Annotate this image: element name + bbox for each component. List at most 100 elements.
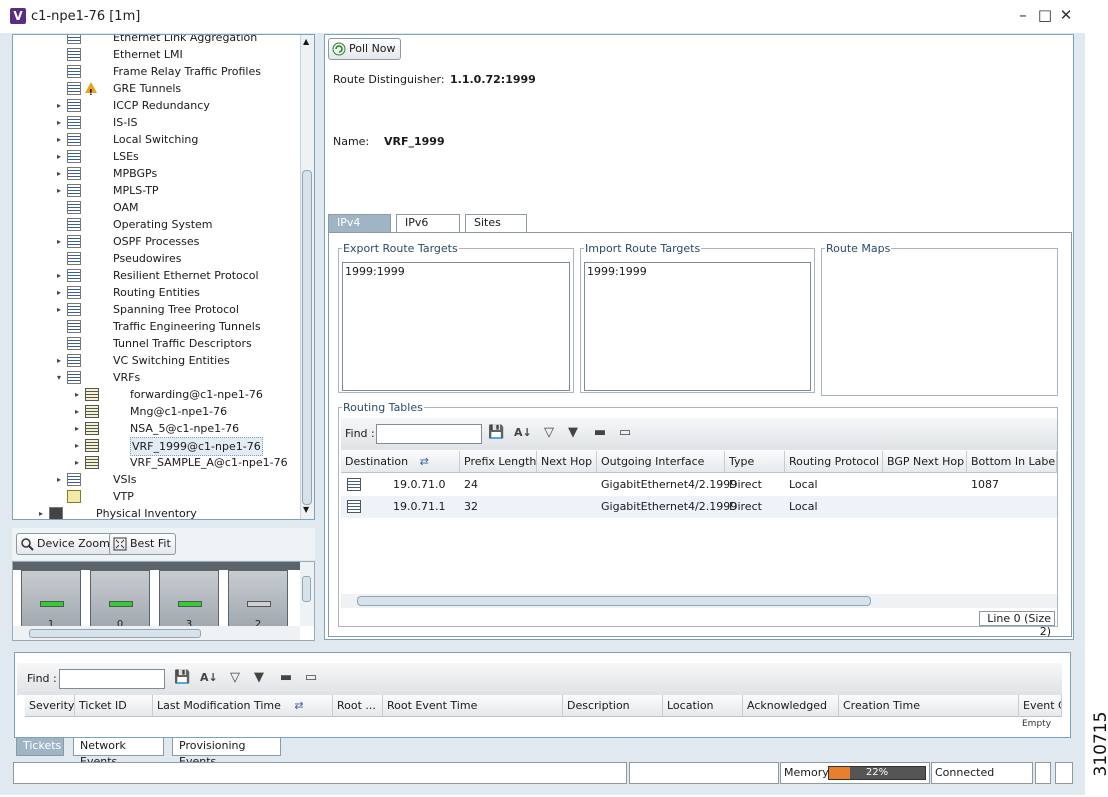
tree-item[interactable]: ▸ Physical Inventory xyxy=(13,505,301,519)
col-bottom-in-label[interactable]: Bottom In Label xyxy=(967,451,1057,473)
expand-right-icon[interactable]: ▸ xyxy=(57,165,65,182)
tree-item[interactable]: Ethernet LMI xyxy=(13,46,301,63)
tree-item[interactable]: OAM xyxy=(13,199,301,216)
tree-item[interactable]: ▸ ICCP Redundancy xyxy=(13,97,301,114)
col-last-modification-time[interactable]: Last Modification Time ⇄ xyxy=(153,695,333,717)
expand-right-icon[interactable]: ▸ xyxy=(57,267,65,284)
device-chassis-view[interactable]: 1032 xyxy=(12,561,315,641)
inventory-tree[interactable]: Ethernet Link Aggregation Ethernet LMI Fra… xyxy=(12,34,315,520)
col-bgp-next-hop[interactable]: BGP Next Hop xyxy=(883,451,967,473)
sort-icon[interactable]: A↓ xyxy=(200,670,218,686)
export-item[interactable]: 1999:1999 xyxy=(345,265,567,278)
tree-scroll-thumb[interactable] xyxy=(302,170,312,505)
expand-right-icon[interactable]: ▸ xyxy=(57,148,65,165)
advanced-filter-icon[interactable]: ▼ xyxy=(251,670,267,686)
tree-item[interactable]: Tunnel Traffic Descriptors xyxy=(13,335,301,352)
tree-item[interactable]: Operating System xyxy=(13,216,301,233)
chassis-slot[interactable]: 0 xyxy=(90,570,150,632)
col-type[interactable]: Type xyxy=(725,451,785,473)
col-outgoing-interface[interactable]: Outgoing Interface xyxy=(597,451,725,473)
table-row[interactable]: 19.0.71.1 32 GigabitEthernet4/2.1999 Direct… xyxy=(341,496,1057,518)
tree-item[interactable]: ▾ VRFs xyxy=(13,369,301,386)
expand-right-icon[interactable]: ▸ xyxy=(57,97,65,114)
scroll-down-icon[interactable]: ▼ xyxy=(303,505,309,514)
save-icon[interactable]: 💾 xyxy=(174,670,190,686)
tree-item[interactable]: Ethernet Link Aggregation xyxy=(13,35,301,46)
tree-item[interactable]: ▸ OSPF Processes xyxy=(13,233,301,250)
expand-right-icon[interactable]: ▸ xyxy=(57,131,65,148)
col-destination[interactable]: Destination ⇄ xyxy=(341,451,460,473)
tab-tickets[interactable]: Tickets xyxy=(16,738,64,756)
expand-right-icon[interactable]: ▸ xyxy=(57,471,65,488)
tree-item[interactable]: Pseudowires xyxy=(13,250,301,267)
device-hscroll-thumb[interactable] xyxy=(29,629,201,638)
tab-sites[interactable]: Sites xyxy=(465,214,527,232)
col-root-event-time[interactable]: Root Event Time xyxy=(383,695,563,717)
sort-toggle-icon[interactable]: ⇄ xyxy=(420,455,429,468)
export-icon[interactable]: ▬ xyxy=(592,425,608,441)
print-icon[interactable]: ▭ xyxy=(617,425,633,441)
routing-hscroll-thumb[interactable] xyxy=(357,596,871,606)
col-next-hop[interactable]: Next Hop xyxy=(537,451,597,473)
sort-icon[interactable]: A↓ xyxy=(514,425,532,441)
routing-find-input[interactable] xyxy=(376,424,482,444)
minimize-icon[interactable]: – xyxy=(1014,6,1032,24)
device-vertical-scrollbar[interactable] xyxy=(300,562,314,626)
tree-item[interactable]: ▸ MPLS-TP xyxy=(13,182,301,199)
tree-item[interactable]: ▸ VC Switching Entities xyxy=(13,352,301,369)
expand-right-icon[interactable]: ▸ xyxy=(57,352,65,369)
tree-item[interactable]: VTP xyxy=(13,488,301,505)
print-icon[interactable]: ▭ xyxy=(303,670,319,686)
table-row[interactable]: 19.0.71.0 24 GigabitEthernet4/2.1999 Direct… xyxy=(341,474,1057,496)
close-icon[interactable]: ✕ xyxy=(1057,6,1075,24)
col-severity[interactable]: Severity xyxy=(25,695,75,717)
tab-provisioning-events[interactable]: Provisioning Events xyxy=(172,738,281,768)
expand-down-icon[interactable]: ▾ xyxy=(57,369,65,386)
sort-toggle-icon[interactable]: ⇄ xyxy=(294,699,303,712)
tree-item[interactable]: ▸ IS-IS xyxy=(13,114,301,131)
best-fit-button[interactable]: Best Fit xyxy=(109,533,176,555)
tab-ipv6[interactable]: IPv6 xyxy=(396,214,460,232)
chassis-slot[interactable]: 3 xyxy=(159,570,219,632)
device-zoom-button[interactable]: Device Zoom xyxy=(16,533,115,555)
col-creation-time[interactable]: Creation Time xyxy=(839,695,1019,717)
col-ticket-id[interactable]: Ticket ID xyxy=(75,695,153,717)
scroll-up-icon[interactable]: ▲ xyxy=(303,37,309,46)
expand-right-icon[interactable]: ▸ xyxy=(57,301,65,318)
device-scroll-thumb[interactable] xyxy=(302,576,311,602)
tree-item[interactable]: ▸ Local Switching xyxy=(13,131,301,148)
maximize-icon[interactable]: □ xyxy=(1036,6,1054,24)
tree-item[interactable]: ! GRE Tunnels xyxy=(13,80,301,97)
col-location[interactable]: Location xyxy=(663,695,743,717)
tree-item[interactable]: ▸ NSA_5@c1-npe1-76 xyxy=(13,420,301,437)
expand-right-icon[interactable]: ▸ xyxy=(57,233,65,250)
expand-right-icon[interactable]: ▸ xyxy=(57,114,65,131)
tree-item[interactable]: ▸ MPBGPs xyxy=(13,165,301,182)
advanced-filter-icon[interactable]: ▼ xyxy=(565,425,581,441)
expand-right-icon[interactable]: ▸ xyxy=(75,403,83,420)
tree-item[interactable]: Frame Relay Traffic Profiles xyxy=(13,63,301,80)
tree-item[interactable]: ▸ Routing Entities xyxy=(13,284,301,301)
tree-item[interactable]: ▸ Mng@c1-npe1-76 xyxy=(13,403,301,420)
filter-icon[interactable]: ▽ xyxy=(227,670,243,686)
export-icon[interactable]: ▬ xyxy=(278,670,294,686)
poll-now-button[interactable]: Poll Now xyxy=(328,38,401,60)
expand-right-icon[interactable]: ▸ xyxy=(75,386,83,403)
tree-item[interactable]: ▸ Resilient Ethernet Protocol xyxy=(13,267,301,284)
export-list[interactable]: 1999:1999 xyxy=(342,262,570,391)
chassis-slot[interactable]: 1 xyxy=(21,570,81,632)
import-list[interactable]: 1999:1999 xyxy=(584,262,811,391)
tree-item[interactable]: ▸ forwarding@c1-npe1-76 xyxy=(13,386,301,403)
expand-right-icon[interactable]: ▸ xyxy=(75,437,83,454)
tree-item[interactable]: ▸ VSIs xyxy=(13,471,301,488)
save-icon[interactable]: 💾 xyxy=(488,425,504,441)
filter-icon[interactable]: ▽ xyxy=(541,425,557,441)
tree-item[interactable]: ▸ VRF_1999@c1-npe1-76 xyxy=(13,437,301,456)
col-acknowledged[interactable]: Acknowledged xyxy=(743,695,839,717)
tree-item[interactable]: ▸ VRF_SAMPLE_A@c1-npe1-76 xyxy=(13,454,301,471)
expand-right-icon[interactable]: ▸ xyxy=(39,505,47,519)
col-routing-protocol[interactable]: Routing Protocol xyxy=(785,451,883,473)
tab-network-events[interactable]: Network Events xyxy=(73,738,164,768)
expand-right-icon[interactable]: ▸ xyxy=(57,182,65,199)
tab-ipv4[interactable]: IPv4 xyxy=(328,214,391,232)
